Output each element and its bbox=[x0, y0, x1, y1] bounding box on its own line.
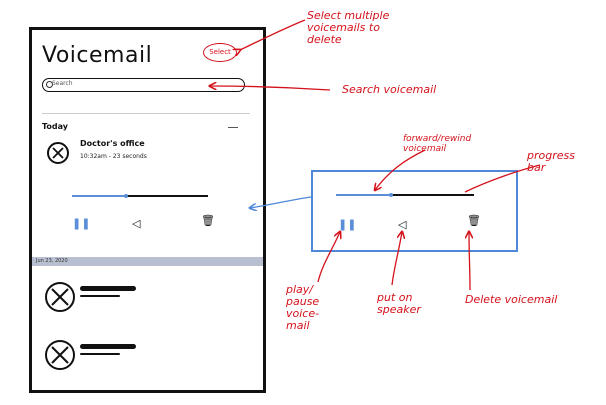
annotation-delete: Delete voicemail bbox=[465, 293, 558, 306]
annotation-search: Search voicemail bbox=[342, 83, 437, 96]
annotation-progress: progress bar bbox=[527, 149, 575, 174]
annotation-arrows bbox=[0, 19, 541, 291]
annotation-select: Select multiple voicemails to delete bbox=[307, 9, 390, 46]
annotation-play-pause: play/ pause voice- mail bbox=[286, 283, 320, 332]
select-arrow bbox=[240, 19, 306, 50]
annotation-speaker: put on speaker bbox=[377, 291, 421, 316]
annotation-forward-rewind: forward/rewind voicemail bbox=[403, 134, 472, 154]
